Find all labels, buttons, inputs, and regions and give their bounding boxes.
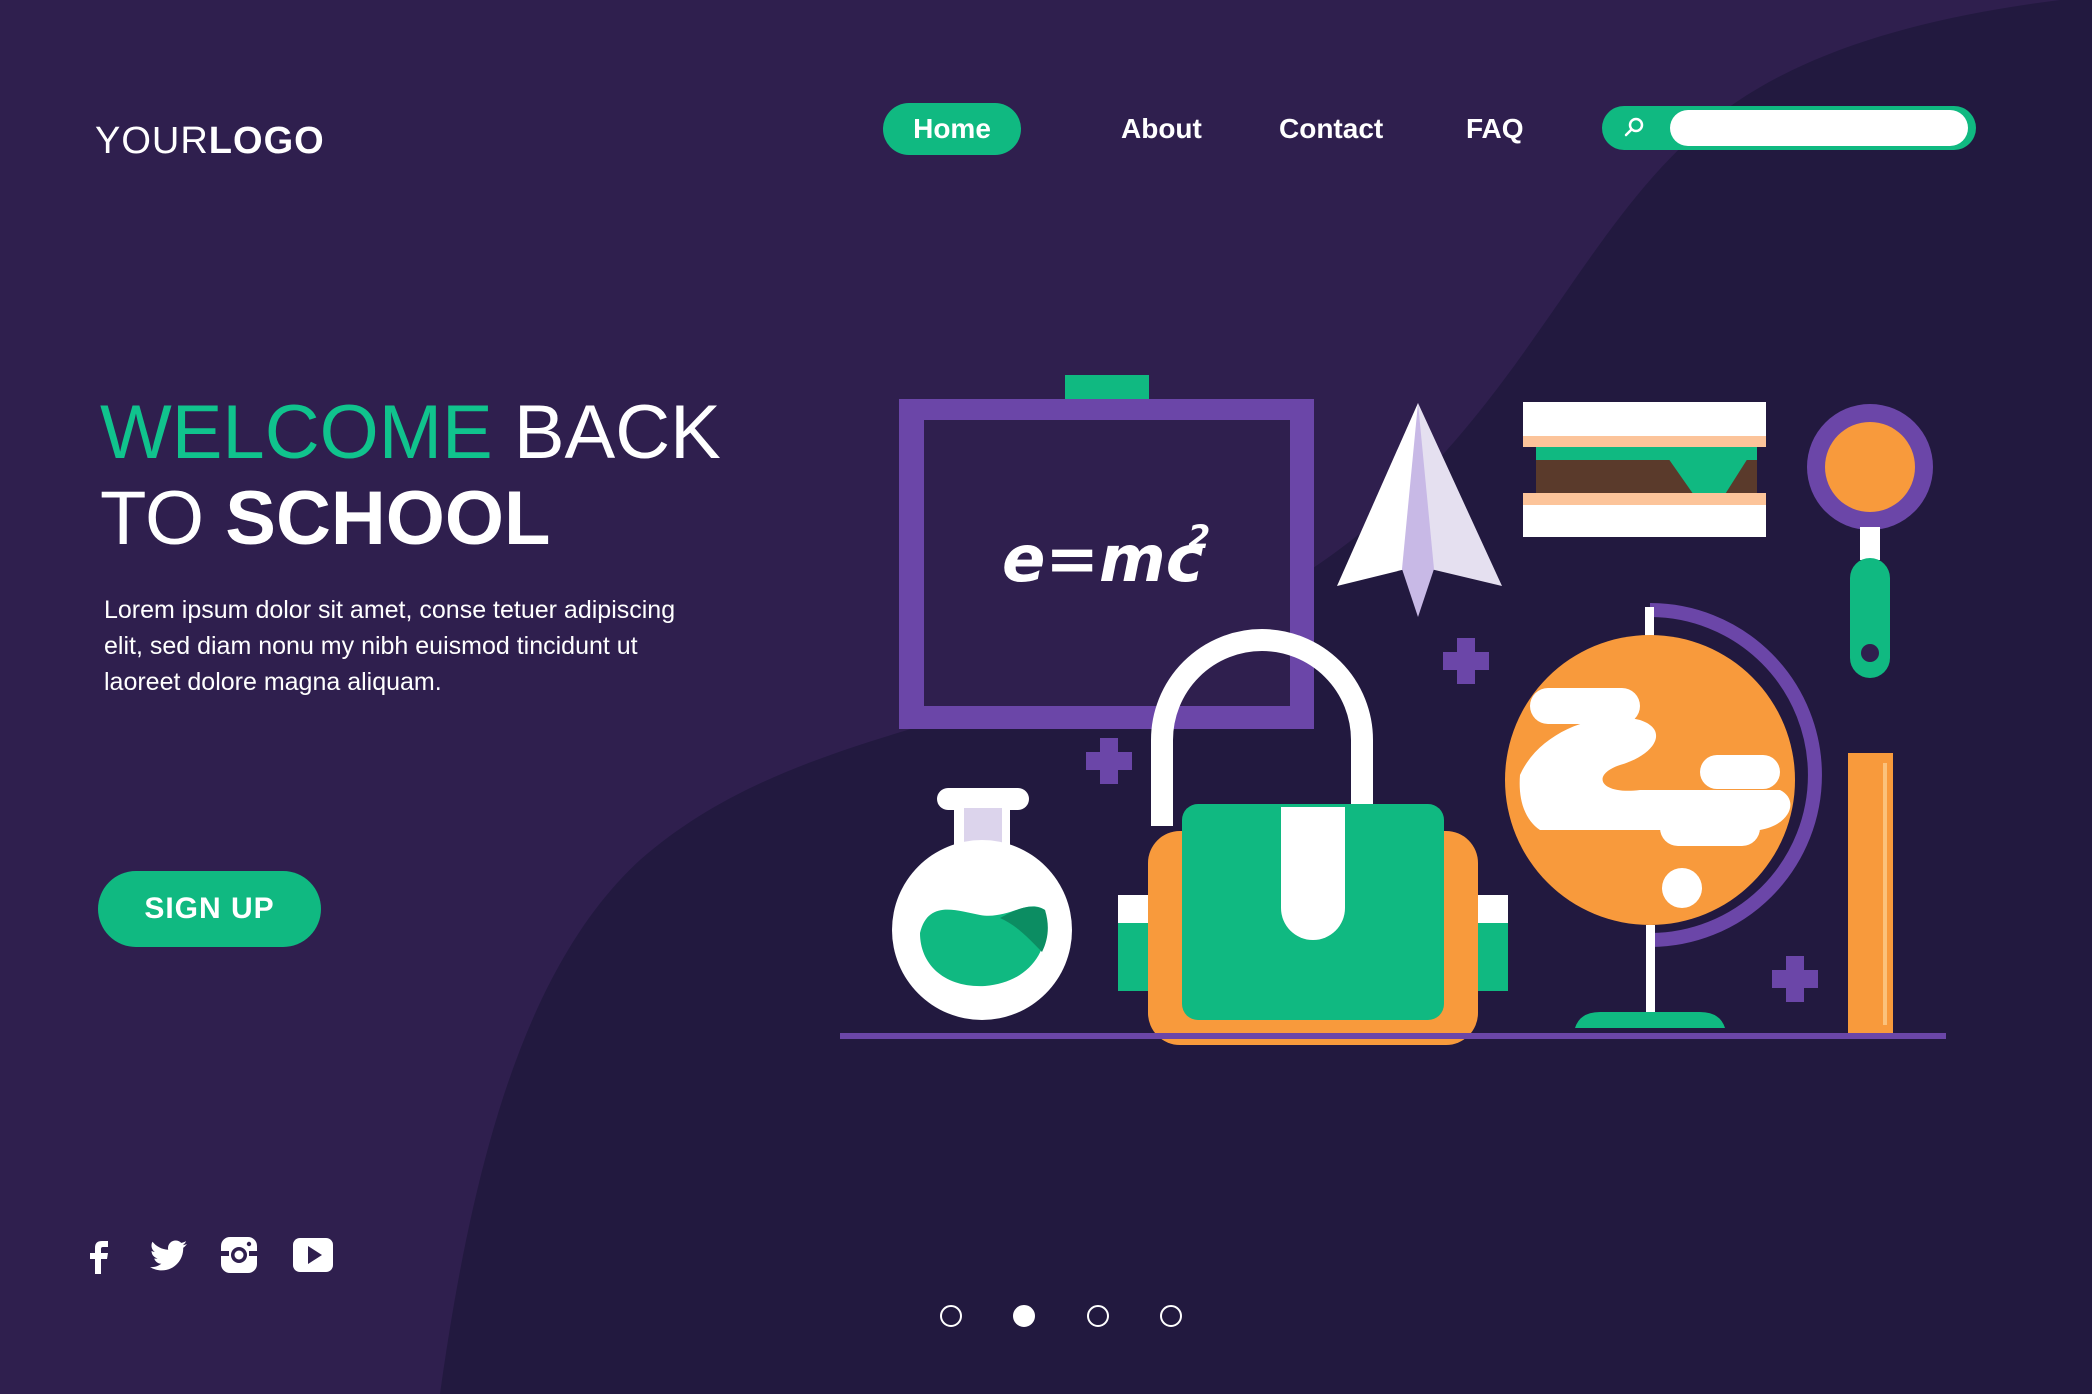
search-input[interactable]: [1670, 110, 1968, 146]
carousel-dot-1[interactable]: [940, 1305, 962, 1327]
hero-title: WELCOME BACK TO SCHOOL: [100, 390, 721, 562]
twitter-icon[interactable]: [146, 1232, 192, 1278]
flask-icon: [892, 788, 1072, 1020]
facebook-icon[interactable]: [76, 1232, 122, 1278]
hero-title-line2-bold: SCHOOL: [225, 476, 551, 561]
sandwich-icon: [1523, 402, 1766, 537]
carousel-dot-2[interactable]: [1013, 1305, 1035, 1327]
hero-title-line2-light: TO: [100, 476, 226, 561]
search-icon[interactable]: [1620, 114, 1648, 142]
site-logo[interactable]: YOURLOGO: [95, 120, 325, 163]
logo-text-light: YOUR: [95, 120, 209, 162]
carousel-dot-3[interactable]: [1087, 1305, 1109, 1327]
landing-page: YOURLOGO Home About Contact FAQ WELCOME …: [0, 0, 2092, 1394]
shelf-line: [840, 1033, 1946, 1039]
hero-title-highlight: WELCOME: [100, 390, 493, 475]
nav-faq[interactable]: FAQ: [1466, 103, 1524, 155]
hero-description: Lorem ipsum dolor sit amet, conse tetuer…: [104, 596, 676, 696]
chalkboard-formula-exponent: 2: [1188, 518, 1210, 556]
paper-plane-icon: [1337, 403, 1502, 617]
school-illustration: e=mc 2: [840, 375, 1946, 1045]
youtube-icon[interactable]: [290, 1232, 336, 1278]
signup-button[interactable]: SIGN UP: [98, 871, 321, 947]
nav-home[interactable]: Home: [883, 103, 1021, 155]
globe-icon: [1505, 603, 1822, 1028]
search-bar: [1602, 106, 1976, 150]
ruler-icon: [1848, 753, 1893, 1033]
hero-title-rest: BACK: [492, 390, 721, 475]
chalkboard-formula: e=mc: [1002, 523, 1204, 597]
instagram-icon[interactable]: [216, 1232, 262, 1278]
chalkboard: e=mc 2: [899, 375, 1314, 729]
nav-about[interactable]: About: [1121, 103, 1202, 155]
carousel-dot-4[interactable]: [1160, 1305, 1182, 1327]
logo-text-bold: LOGO: [208, 120, 325, 162]
magnifying-glass-icon: [1807, 404, 1933, 678]
nav-contact[interactable]: Contact: [1279, 103, 1383, 155]
